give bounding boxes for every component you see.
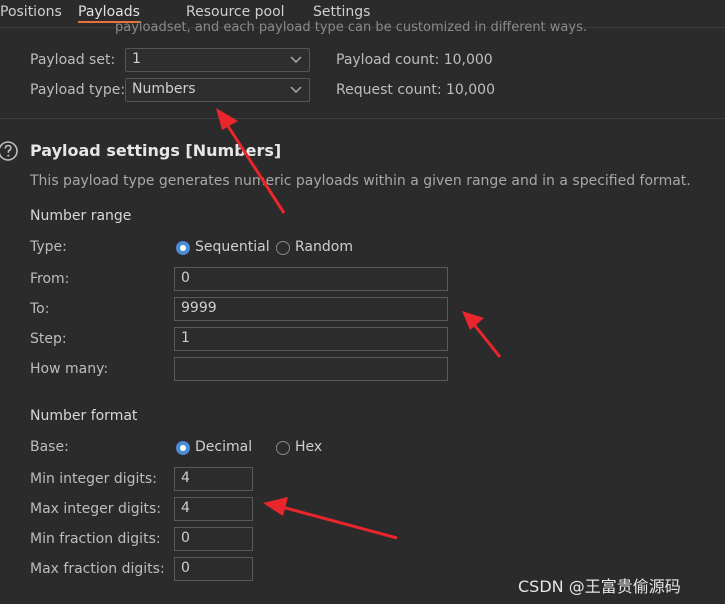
from-input[interactable]: 0 [174, 267, 448, 291]
sequential-radio-label[interactable]: Sequential [195, 239, 270, 255]
random-radio-label[interactable]: Random [295, 239, 353, 255]
payload-type-value: Numbers [132, 81, 196, 97]
tab-resource-pool[interactable]: Resource pool [186, 4, 285, 20]
annotation-arrow-max-integer [263, 497, 398, 540]
max-integer-digits-label: Max integer digits: [30, 501, 162, 517]
from-label: From: [30, 271, 70, 287]
cutoff-description: payloadset, and each payload type can be… [115, 20, 587, 34]
annotation-arrow-payload-type [216, 108, 286, 214]
sequential-radio[interactable] [176, 241, 190, 255]
how-many-label: How many: [30, 361, 109, 377]
min-fraction-digits-input[interactable]: 0 [174, 527, 253, 551]
annotation-arrow-to [462, 311, 502, 358]
min-integer-digits-input[interactable]: 4 [174, 467, 253, 491]
payload-settings-description: This payload type generates numeric payl… [30, 173, 691, 189]
payload-set-select[interactable]: 1 [125, 48, 310, 72]
help-icon[interactable] [0, 140, 20, 162]
to-input[interactable]: 9999 [174, 297, 448, 321]
decimal-radio-label[interactable]: Decimal [195, 439, 252, 455]
request-count: Request count: 10,000 [336, 82, 495, 98]
payload-type-label: Payload type: [30, 82, 126, 98]
payload-set-value: 1 [132, 51, 141, 67]
chevron-down-icon [290, 86, 302, 93]
step-label: Step: [30, 331, 67, 347]
to-label: To: [30, 301, 50, 317]
type-label: Type: [30, 239, 67, 255]
random-radio[interactable] [276, 241, 290, 255]
section-divider [0, 118, 725, 119]
watermark: CSDN @王富贵偷源码 [518, 577, 681, 596]
hex-radio-label[interactable]: Hex [295, 439, 322, 455]
payload-count: Payload count: 10,000 [336, 52, 493, 68]
decimal-radio[interactable] [176, 441, 190, 455]
tab-settings[interactable]: Settings [313, 4, 370, 20]
max-integer-digits-input[interactable]: 4 [174, 497, 253, 521]
number-format-heading: Number format [30, 408, 138, 424]
payload-settings-title: Payload settings [Numbers] [30, 141, 282, 160]
max-fraction-digits-label: Max fraction digits: [30, 561, 165, 577]
how-many-input[interactable] [174, 357, 448, 381]
payload-set-label: Payload set: [30, 52, 116, 68]
base-label: Base: [30, 439, 69, 455]
step-input[interactable]: 1 [174, 327, 448, 351]
number-range-heading: Number range [30, 208, 132, 224]
hex-radio[interactable] [276, 441, 290, 455]
min-integer-digits-label: Min integer digits: [30, 471, 157, 487]
min-fraction-digits-label: Min fraction digits: [30, 531, 161, 547]
payload-type-select[interactable]: Numbers [125, 78, 310, 102]
max-fraction-digits-input[interactable]: 0 [174, 557, 253, 581]
tab-positions[interactable]: Positions [0, 4, 62, 20]
chevron-down-icon [290, 56, 302, 63]
